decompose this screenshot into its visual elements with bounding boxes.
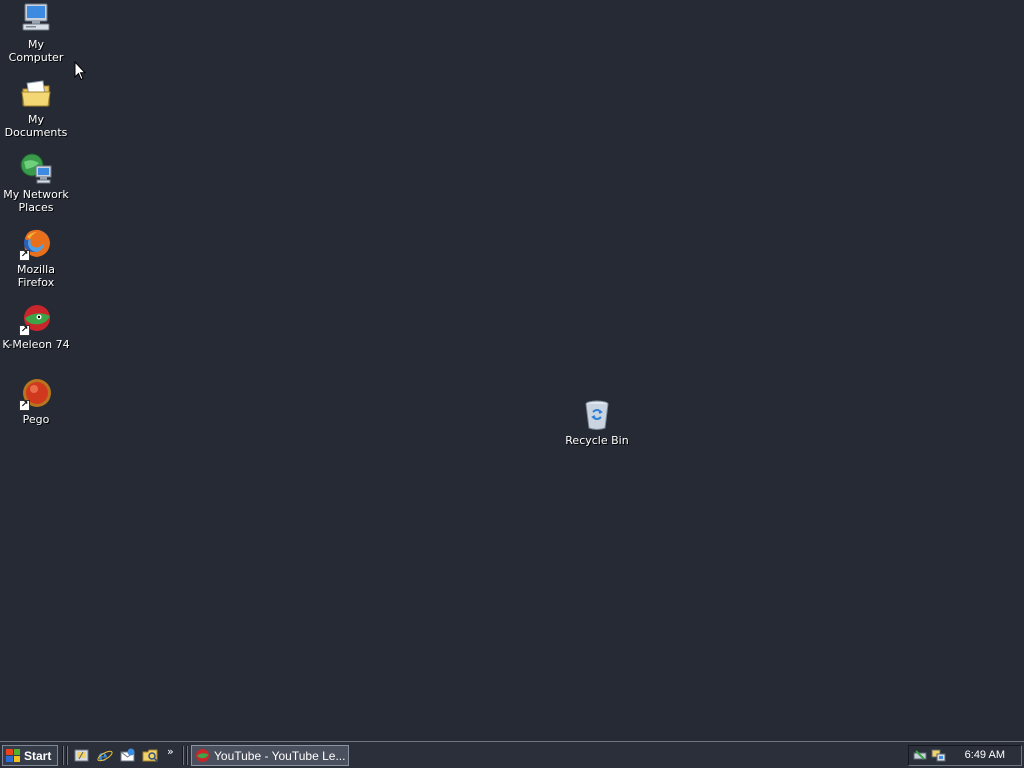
network-places-icon <box>19 152 53 186</box>
desktop[interactable]: My Computer My Documents My Network Plac… <box>0 0 1024 741</box>
desktop-icon-label: K-Meleon 74 <box>2 338 70 351</box>
my-computer-icon <box>19 2 53 36</box>
explorer-icon[interactable] <box>142 747 159 764</box>
safely-remove-hardware-icon[interactable] <box>913 748 928 763</box>
k-meleon-icon <box>196 749 209 762</box>
show-desktop-icon[interactable] <box>73 747 90 764</box>
desktop-icon-my-documents[interactable]: My Documents <box>0 77 74 139</box>
k-meleon-icon: ↗ <box>19 302 53 336</box>
start-button[interactable]: Start <box>2 745 58 766</box>
shortcut-arrow-icon: ↗ <box>19 250 30 261</box>
clock[interactable]: 6:49 AM <box>965 749 1005 761</box>
quick-launch-more-button[interactable]: » <box>167 745 174 758</box>
start-label: Start <box>24 748 52 763</box>
internet-explorer-icon[interactable]: e <box>96 747 113 764</box>
pego-icon: ↗ <box>19 377 53 411</box>
shortcut-arrow-icon: ↗ <box>19 400 30 411</box>
taskbar-separator <box>66 746 68 765</box>
desktop-icon-recycle-bin[interactable]: Recycle Bin <box>559 398 635 447</box>
taskbar-separator <box>186 746 188 765</box>
network-icon[interactable] <box>931 748 946 763</box>
desktop-icon-my-computer[interactable]: My Computer <box>0 2 74 64</box>
desktop-icon-my-network-places[interactable]: My Network Places <box>0 152 74 214</box>
mouse-pointer-icon <box>74 61 86 81</box>
desktop-icon-pego[interactable]: ↗ Pego <box>0 377 74 426</box>
taskbar-button-youtube[interactable]: YouTube - YouTube Le... <box>191 745 349 766</box>
firefox-icon: ↗ <box>19 227 53 261</box>
desktop-icon-label: My Documents <box>4 113 68 139</box>
taskbar: Start e » YouTube - YouTube Le... 6:49 A… <box>0 741 1024 768</box>
taskbar-separator <box>182 746 184 765</box>
my-documents-icon <box>19 77 53 111</box>
taskbar-button-label: YouTube - YouTube Le... <box>214 748 346 763</box>
desktop-icon-label: My Computer <box>8 38 64 64</box>
outlook-express-icon[interactable] <box>119 747 136 764</box>
system-tray: 6:49 AM <box>908 745 1022 766</box>
shortcut-arrow-icon: ↗ <box>19 325 30 336</box>
recycle-bin-icon <box>580 398 614 432</box>
desktop-icon-label: Pego <box>22 413 50 426</box>
desktop-icon-k-meleon[interactable]: ↗ K-Meleon 74 <box>0 302 74 351</box>
desktop-icon-label: Mozilla Firefox <box>17 263 55 289</box>
windows-logo-icon <box>6 749 20 762</box>
desktop-icon-label: Recycle Bin <box>565 434 629 447</box>
desktop-icon-mozilla-firefox[interactable]: ↗ Mozilla Firefox <box>0 227 74 289</box>
desktop-icon-label: My Network Places <box>3 188 69 214</box>
taskbar-separator <box>62 746 64 765</box>
